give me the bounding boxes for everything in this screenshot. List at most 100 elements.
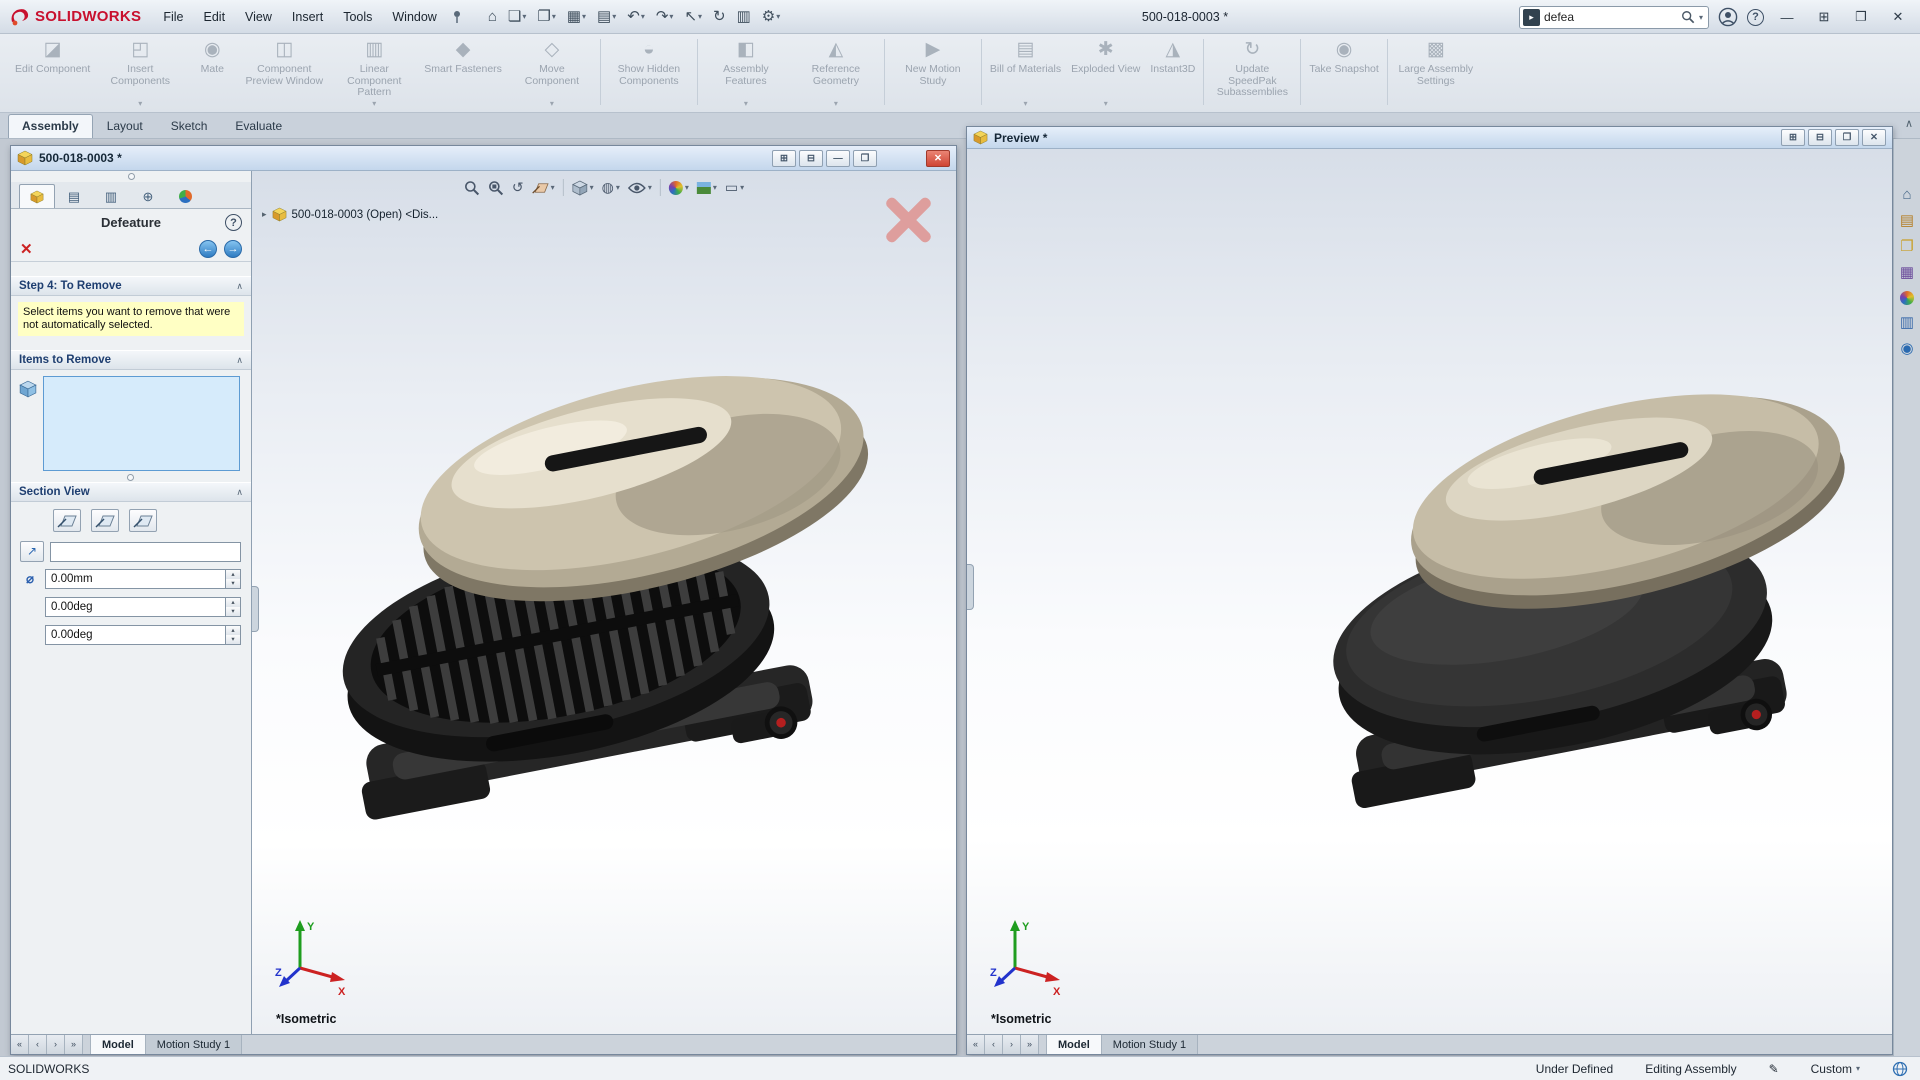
save-button[interactable]: ▦▾: [564, 7, 589, 27]
model-tab[interactable]: Model: [91, 1035, 146, 1054]
display-style-button[interactable]: ◍▾: [602, 179, 620, 196]
new-document-button[interactable]: ❏▾: [505, 7, 529, 27]
ribbon-button-reference-geometry[interactable]: ◭Reference Geometry▾: [791, 37, 881, 110]
section-plane-1-button[interactable]: [53, 509, 81, 532]
close-window-button[interactable]: ✕: [1884, 9, 1912, 25]
undo-button[interactable]: ↶▾: [624, 7, 648, 27]
search-box[interactable]: ▸ ▾: [1519, 6, 1709, 29]
ribbon-button-update-speedpak[interactable]: ↻Update SpeedPak Subassemblies: [1207, 37, 1297, 110]
tab-dimxpert-manager[interactable]: ⊕: [130, 184, 166, 208]
restore-document-button[interactable]: ❐: [853, 150, 877, 167]
tab-configuration-manager[interactable]: ▥: [93, 184, 129, 208]
cancel-button[interactable]: ✕: [20, 240, 33, 258]
split-vertical-button[interactable]: ⊟: [799, 150, 823, 167]
custom-properties-icon[interactable]: ▥: [1900, 315, 1914, 331]
expander-handle-icon[interactable]: [127, 474, 134, 481]
search-dropdown-icon[interactable]: ▾: [1699, 13, 1703, 22]
spin-down-icon[interactable]: ▾: [226, 635, 240, 644]
close-preview-button[interactable]: ✕: [1862, 129, 1886, 146]
ribbon-button-bill-of-materials[interactable]: ▤Bill of Materials▾: [985, 37, 1066, 110]
section-plane-2-button[interactable]: [91, 509, 119, 532]
ribbon-collapse-chevron-icon[interactable]: ∧: [1905, 117, 1913, 130]
view-orientation-button[interactable]: ▾: [572, 180, 594, 196]
tab-display-manager[interactable]: [167, 184, 203, 208]
restore-window-button[interactable]: ❐: [1847, 9, 1875, 25]
y-rotation-spinner[interactable]: ▴▾: [226, 625, 241, 645]
items-to-remove-header[interactable]: Items to Remove∧: [11, 350, 251, 370]
solidworks-forum-icon[interactable]: ◉: [1900, 341, 1913, 357]
spin-up-icon[interactable]: ▴: [226, 598, 240, 607]
first-tab-button[interactable]: «: [11, 1035, 29, 1054]
section-reference-input[interactable]: [50, 542, 241, 562]
help-icon[interactable]: ?: [225, 214, 242, 231]
split-horizontal-button[interactable]: ⊞: [772, 150, 796, 167]
tab-property-manager[interactable]: [19, 184, 55, 208]
tab-assembly[interactable]: Assembly: [8, 114, 93, 138]
motion-study-tab[interactable]: Motion Study 1: [1102, 1035, 1198, 1054]
preview-titlebar[interactable]: Preview * ⊞ ⊟ ❐ ✕: [967, 127, 1892, 149]
menu-view[interactable]: View: [235, 7, 282, 27]
tab-splitter[interactable]: [83, 1035, 91, 1054]
previous-tab-button[interactable]: ‹: [985, 1035, 1003, 1054]
next-step-button[interactable]: →: [224, 240, 242, 258]
ribbon-button-assembly-features[interactable]: ◧Assembly Features▾: [701, 37, 791, 110]
offset-distance-input[interactable]: 0.00mm: [45, 569, 226, 589]
previous-view-button[interactable]: ↺: [512, 179, 524, 196]
section-view-button[interactable]: ▾: [532, 181, 555, 195]
tab-layout[interactable]: Layout: [93, 114, 157, 138]
section-view-header[interactable]: Section View∧: [11, 482, 251, 502]
menu-tools[interactable]: Tools: [333, 7, 382, 27]
last-tab-button[interactable]: »: [1021, 1035, 1039, 1054]
previous-step-button[interactable]: ←: [199, 240, 217, 258]
edit-appearance-button[interactable]: ▾: [669, 181, 689, 195]
zoom-area-button[interactable]: [488, 180, 504, 196]
pin-menu-icon[interactable]: [451, 10, 463, 24]
ribbon-button-large-assembly-settings[interactable]: ▩Large Assembly Settings: [1391, 37, 1481, 110]
menu-file[interactable]: File: [153, 7, 193, 27]
user-account-icon[interactable]: [1718, 7, 1738, 27]
search-icon[interactable]: [1681, 10, 1695, 24]
menu-edit[interactable]: Edit: [194, 7, 236, 27]
model-tab[interactable]: Model: [1047, 1035, 1102, 1054]
preview-viewport[interactable]: Y X Z *Isometric: [967, 149, 1892, 1034]
rebuild-button[interactable]: ↻: [710, 7, 729, 27]
tab-evaluate[interactable]: Evaluate: [221, 114, 296, 138]
x-rotation-spinner[interactable]: ▴▾: [226, 597, 241, 617]
ribbon-button-mate[interactable]: ◉Mate: [185, 37, 239, 110]
motion-study-tab[interactable]: Motion Study 1: [146, 1035, 242, 1054]
minimize-document-button[interactable]: —: [826, 150, 850, 167]
y-rotation-input[interactable]: 0.00deg: [45, 625, 226, 645]
panel-splitter-grip[interactable]: [967, 564, 974, 610]
view-settings-button[interactable]: ▭▾: [725, 179, 744, 196]
globe-icon[interactable]: [1892, 1061, 1908, 1077]
ribbon-button-smart-fasteners[interactable]: ◆Smart Fasteners: [419, 37, 507, 110]
print-button[interactable]: ▤▾: [594, 7, 619, 27]
ribbon-button-component-preview-window[interactable]: ◫Component Preview Window: [239, 37, 329, 110]
file-properties-button[interactable]: ▥: [734, 7, 754, 27]
items-selection-listbox[interactable]: [43, 376, 240, 471]
zoom-fit-button[interactable]: [464, 180, 480, 196]
appearances-scenes-icon[interactable]: [1900, 291, 1914, 305]
document-titlebar[interactable]: 500-018-0003 * ⊞ ⊟ — ❐ ✕: [11, 146, 956, 171]
menu-window[interactable]: Window: [382, 7, 446, 27]
last-tab-button[interactable]: »: [65, 1035, 83, 1054]
spin-down-icon[interactable]: ▾: [226, 579, 240, 588]
tile-vertical-button[interactable]: ⊟: [1808, 129, 1832, 146]
first-tab-button[interactable]: «: [967, 1035, 985, 1054]
ribbon-button-new-motion-study[interactable]: ▶New Motion Study: [888, 37, 978, 110]
home-button[interactable]: ⌂: [485, 7, 500, 27]
tab-feature-manager[interactable]: ▤: [56, 184, 92, 208]
next-tab-button[interactable]: ›: [47, 1035, 65, 1054]
view-palette-icon[interactable]: ▦: [1900, 265, 1914, 281]
previous-tab-button[interactable]: ‹: [29, 1035, 47, 1054]
tab-sketch[interactable]: Sketch: [157, 114, 222, 138]
spin-up-icon[interactable]: ▴: [226, 570, 240, 579]
file-explorer-icon[interactable]: ❐: [1900, 239, 1913, 255]
step-section-header[interactable]: Step 4: To Remove∧: [11, 276, 251, 296]
next-tab-button[interactable]: ›: [1003, 1035, 1021, 1054]
spin-down-icon[interactable]: ▾: [226, 607, 240, 616]
tile-horizontal-button[interactable]: ⊞: [1781, 129, 1805, 146]
hide-show-items-button[interactable]: ▾: [628, 182, 652, 194]
open-document-button[interactable]: ❐▾: [534, 7, 558, 27]
panel-splitter-grip[interactable]: [252, 586, 259, 632]
